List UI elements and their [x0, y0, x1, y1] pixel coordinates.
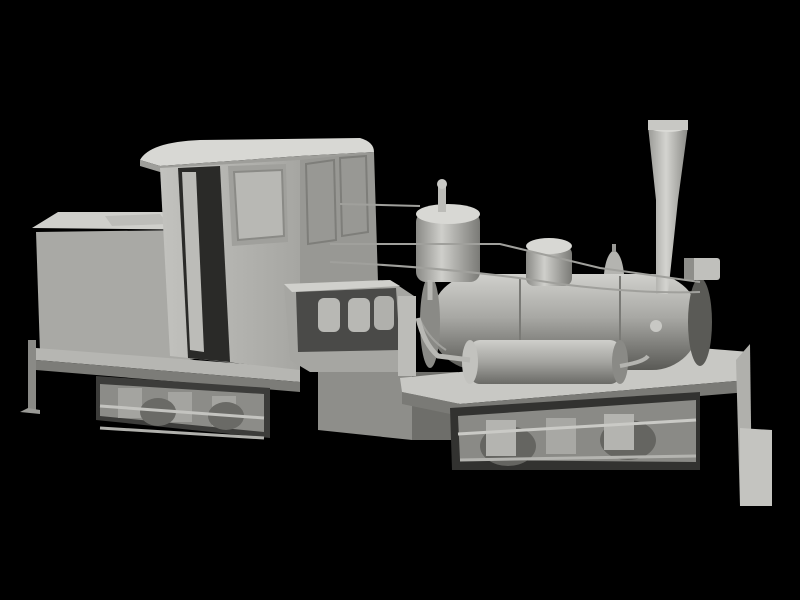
smokestack	[648, 120, 688, 294]
steam-dome	[416, 179, 480, 282]
firebox-block	[284, 280, 416, 376]
cylinder	[462, 340, 650, 384]
render-viewport	[20, 120, 772, 506]
headlamp	[684, 258, 720, 280]
sand-dome	[526, 238, 572, 286]
